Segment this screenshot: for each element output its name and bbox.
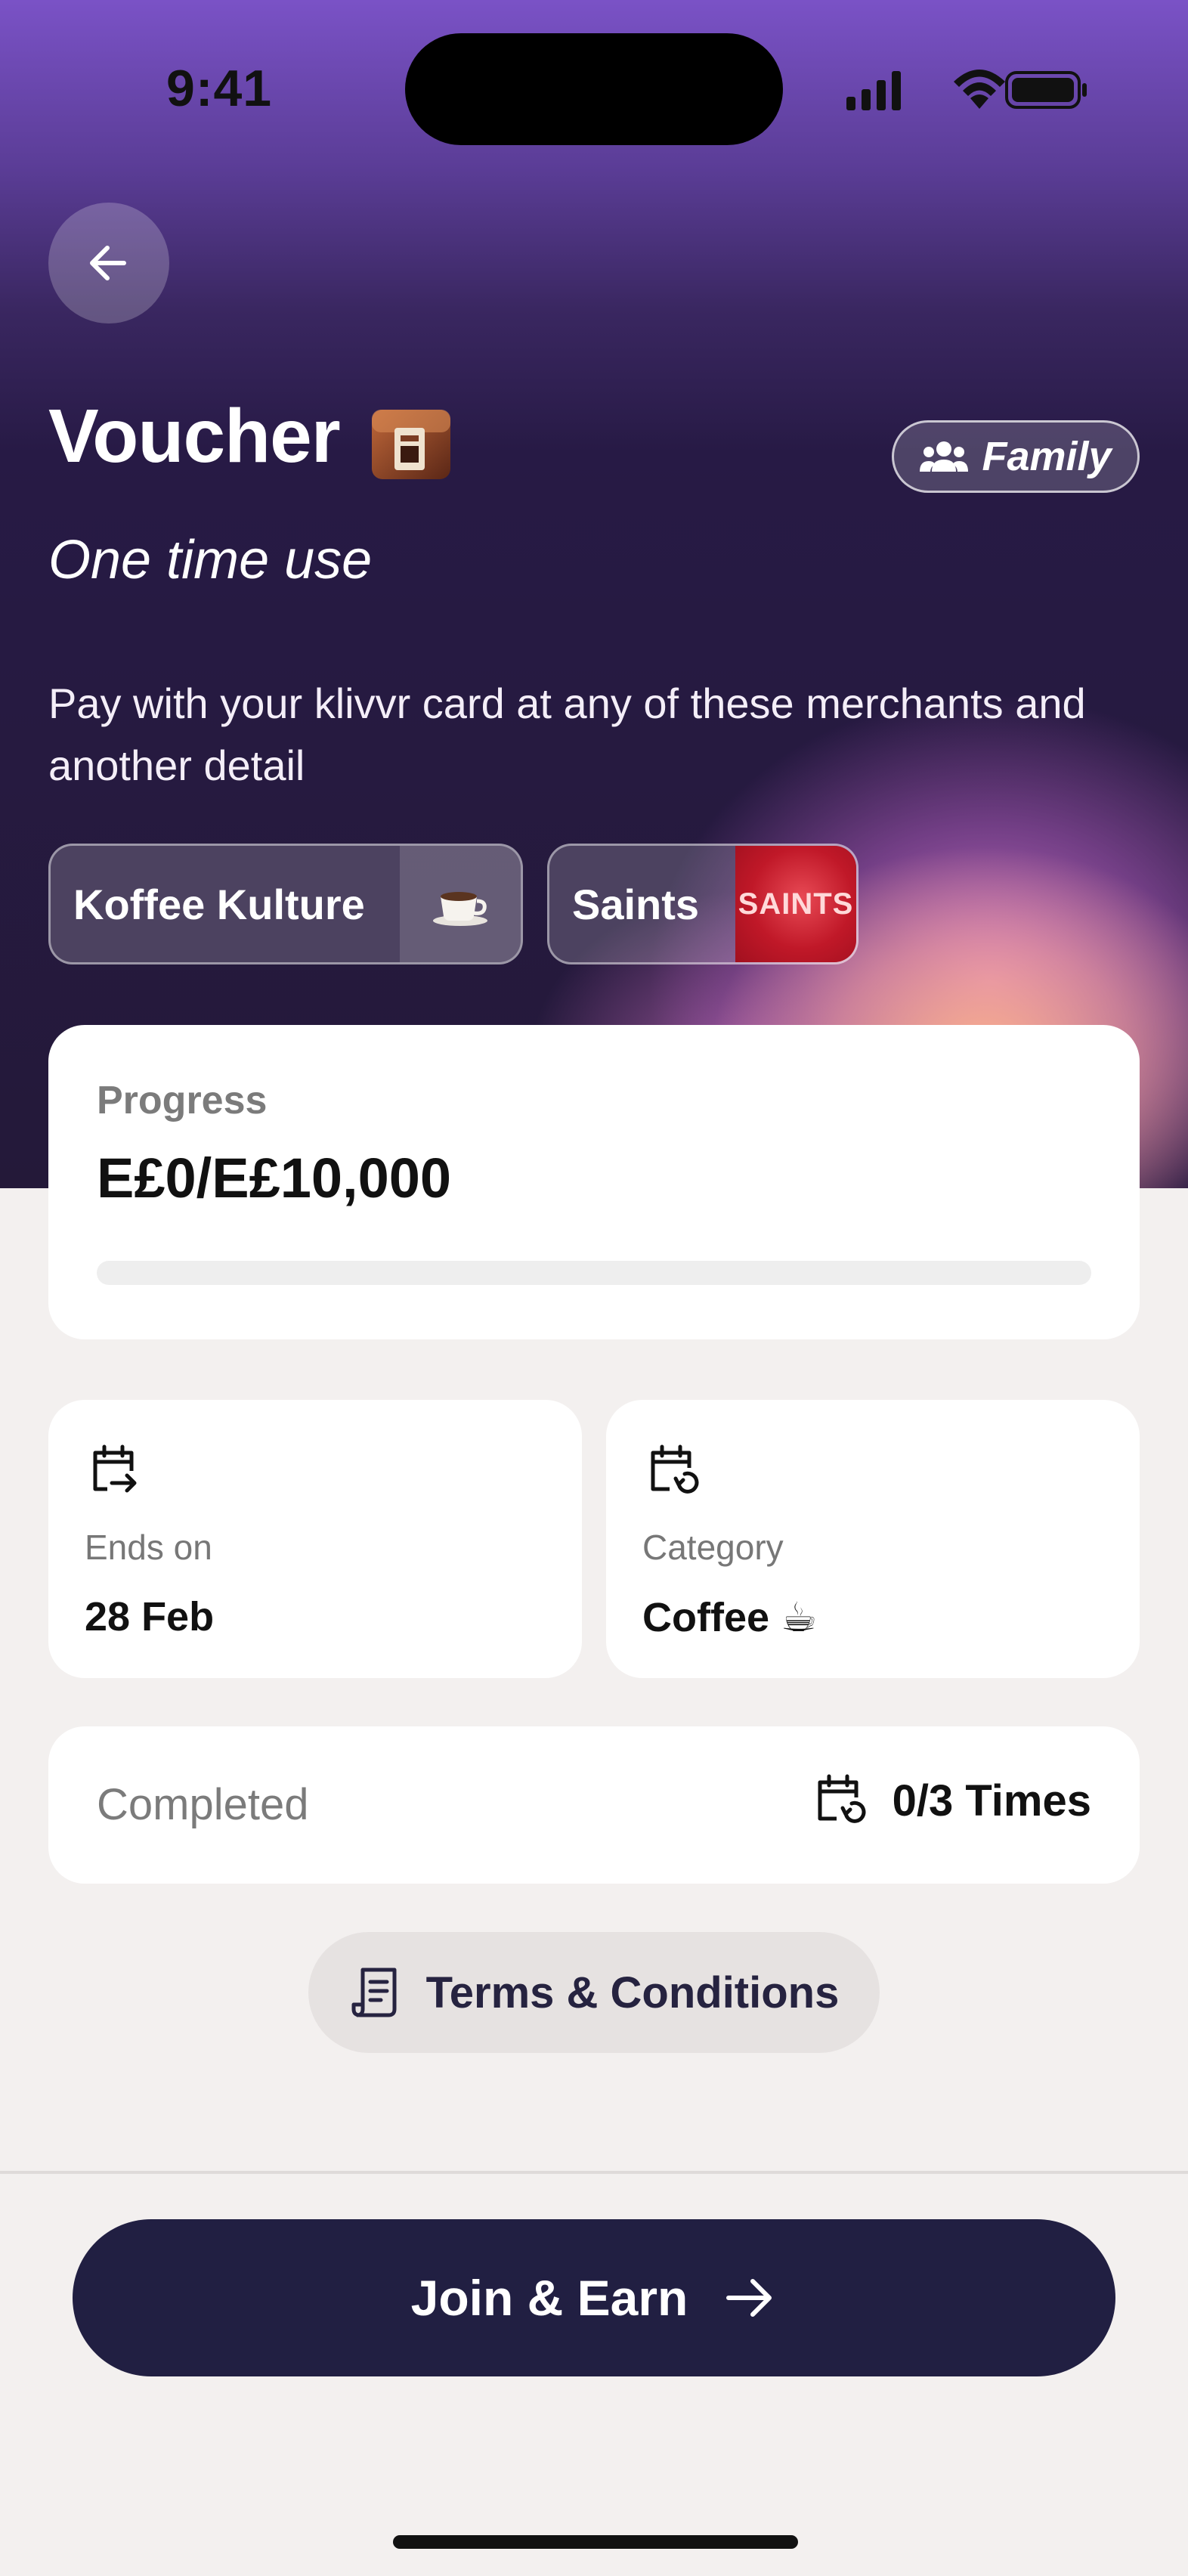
progress-label: Progress xyxy=(97,1079,268,1122)
progress-bar xyxy=(97,1261,1091,1285)
completed-count: 0/3 Times xyxy=(809,1770,1091,1831)
signal-icon xyxy=(846,71,901,110)
back-button[interactable] xyxy=(48,203,169,324)
arrow-left-icon xyxy=(90,246,126,280)
merchant-chip-koffee-kulture[interactable]: Koffee Kulture xyxy=(48,844,523,964)
voucher-description: Pay with your klivvr card at any of thes… xyxy=(48,680,1086,789)
receipt-icon xyxy=(351,1968,397,2017)
completed-card: Completed 0/3 Times xyxy=(48,1726,1140,1884)
home-indicator xyxy=(393,2535,798,2549)
status-time: 9:41 xyxy=(166,60,273,117)
completed-value: 0/3 Times xyxy=(892,1776,1091,1825)
family-badge[interactable]: Family xyxy=(892,420,1140,493)
calendar-repeat-icon xyxy=(651,1444,699,1494)
calendar-repeat-icon xyxy=(818,1774,866,1823)
status-icons xyxy=(846,70,1087,110)
coffee-cup-icon xyxy=(433,892,487,926)
calendar-arrow-icon xyxy=(93,1444,137,1493)
merchant-logo: SAINTS xyxy=(735,846,856,962)
ends-on-value: 28 Feb xyxy=(85,1594,215,1639)
progress-card: Progress E£0/E£10,000 xyxy=(48,1025,1140,1339)
completed-label: Completed xyxy=(97,1780,309,1829)
join-earn-label: Join & Earn xyxy=(410,2270,688,2326)
page-title: Voucher xyxy=(48,394,341,478)
ends-on-label: Ends on xyxy=(85,1528,212,1567)
merchant-logo-text: SAINTS xyxy=(738,887,854,921)
battery-icon xyxy=(1005,71,1087,109)
dynamic-island xyxy=(405,33,783,145)
family-badge-label: Family xyxy=(982,434,1112,479)
merchant-logo xyxy=(400,846,521,962)
category-label: Category xyxy=(642,1528,784,1567)
wifi-icon xyxy=(954,70,1005,109)
hero-header xyxy=(0,0,1188,1188)
users-icon xyxy=(920,441,969,472)
footer-divider xyxy=(0,2171,1188,2174)
progress-value: E£0/E£10,000 xyxy=(97,1147,452,1209)
merchant-name: Koffee Kulture xyxy=(73,880,365,928)
gift-box-icon xyxy=(372,410,450,479)
ends-on-card: Ends on 28 Feb xyxy=(48,1400,582,1678)
join-earn-button[interactable]: Join & Earn xyxy=(73,2219,1115,2376)
terms-conditions-button[interactable]: Terms & Conditions xyxy=(308,1932,880,2053)
merchant-name: Saints xyxy=(572,880,700,928)
merchant-chip-saints[interactable]: Saints SAINTS xyxy=(547,844,859,964)
terms-conditions-label: Terms & Conditions xyxy=(425,1968,840,2017)
voucher-usage: One time use xyxy=(48,530,373,590)
voucher-screen: 9:41 Voucher Family One time use Pay wit… xyxy=(0,0,1188,2576)
category-value: Coffee ☕ xyxy=(642,1595,818,1640)
arrow-right-icon xyxy=(726,2279,772,2317)
category-card: Category Coffee ☕ xyxy=(606,1400,1140,1678)
